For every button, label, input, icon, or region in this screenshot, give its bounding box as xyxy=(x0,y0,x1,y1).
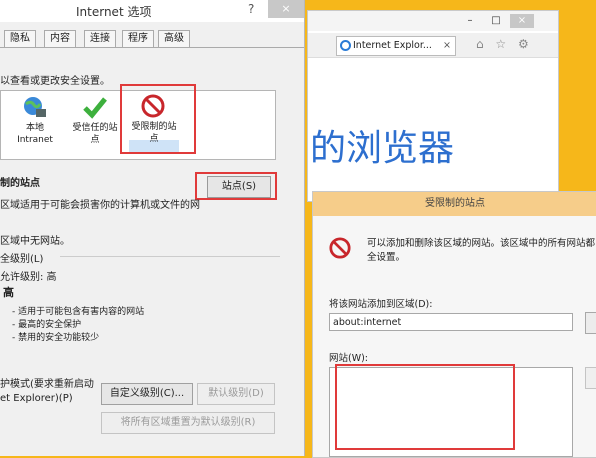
dialog-titlebar: Internet 选项 ? × xyxy=(0,0,304,22)
zone-intranet[interactable]: 本地 Intranet xyxy=(15,95,55,146)
dialog-title: Internet 选项 xyxy=(76,5,152,19)
restricted-stop-icon xyxy=(329,237,351,259)
intranet-globe-icon xyxy=(24,97,46,117)
restricted-info-line-2: 全设置。 xyxy=(367,252,406,263)
ie-logo-icon xyxy=(340,40,351,51)
reset-all-zones-button[interactable]: 将所有区域重置为默认级别(R) xyxy=(101,412,275,434)
no-sites-text: 区域中无网站。 xyxy=(0,236,70,247)
level-bullet: - 禁用的安全功能较少 xyxy=(12,333,100,343)
restricted-info-line-1: 可以添加和删除该区域的网站。该区域中的所有网站都 xyxy=(367,238,596,249)
tab-connections[interactable]: 连接 xyxy=(84,30,116,47)
zone-trusted[interactable]: 受信任的站 点 xyxy=(67,95,123,146)
zones-description: 以查看或更改安全设置。 xyxy=(0,76,110,87)
restricted-info: 可以添加和删除该区域的网站。该区域中的所有网站都 全设置。 xyxy=(367,237,596,265)
zone-intranet-label-1: 本地 xyxy=(25,123,44,133)
add-site-input[interactable]: about:internet xyxy=(329,313,573,331)
level-name: 高 xyxy=(3,286,14,299)
restricted-description: 区域适用于可能会损害你的计算机或文件的网 xyxy=(0,200,200,211)
dialog-title: 受限制的站点 xyxy=(313,192,596,216)
page-heading: 的浏览器 xyxy=(310,128,455,169)
tab-content[interactable]: 内容 xyxy=(44,30,76,47)
protected-mode-line-2: et Explorer)(P) xyxy=(0,393,73,404)
add-site-label: 将该网站添加到区域(D): xyxy=(329,299,433,310)
group-divider xyxy=(60,256,280,257)
remove-button[interactable] xyxy=(585,367,596,389)
zone-intranet-label-2: Intranet xyxy=(17,135,53,145)
trusted-check-icon xyxy=(83,97,107,119)
tab-advanced[interactable]: 高级 xyxy=(158,30,190,47)
close-button[interactable]: × xyxy=(268,0,304,18)
maximize-button[interactable]: □ xyxy=(484,14,508,28)
level-bullet: - 最高的安全保护 xyxy=(12,320,82,330)
browser-tab[interactable]: Internet Explor... × xyxy=(336,36,456,56)
tab-close-icon[interactable]: × xyxy=(443,37,451,55)
restricted-zone-highlight xyxy=(120,84,196,154)
add-button[interactable] xyxy=(585,312,596,334)
default-level-button[interactable]: 默认级别(D) xyxy=(197,383,275,405)
custom-level-button[interactable]: 自定义级别(C)... xyxy=(101,383,193,405)
allowed-level-text: 允许级别: 高 xyxy=(0,272,57,283)
tab-privacy[interactable]: 隐私 xyxy=(4,30,36,47)
help-button[interactable]: ? xyxy=(248,2,254,16)
protected-mode-checkbox-label[interactable]: 护模式(要求重新启动 et Explorer)(P) xyxy=(0,378,94,406)
internet-options-dialog: Internet 选项 ? × 隐私 内容 连接 程序 高级 以查看或更改安全设… xyxy=(0,0,305,456)
sites-button-highlight xyxy=(195,172,277,200)
protected-mode-line-1: 护模式(要求重新启动 xyxy=(0,379,94,390)
zone-trusted-label-2: 点 xyxy=(90,135,100,145)
minimize-button[interactable]: – xyxy=(458,14,482,28)
tab-programs[interactable]: 程序 xyxy=(122,30,154,47)
restricted-sites-dialog: 受限制的站点 可以添加和删除该区域的网站。该区域中的所有网站都 全设置。 将该网… xyxy=(312,191,596,458)
sites-list-label: 网站(W): xyxy=(329,353,369,364)
security-level-title: 全级别(L) xyxy=(0,254,44,265)
level-bullet: - 适用于可能包含有害内容的网站 xyxy=(12,307,145,317)
sites-list-highlight xyxy=(335,364,515,450)
close-button[interactable]: × xyxy=(510,14,534,28)
browser-titlebar: – □ × xyxy=(308,11,558,31)
restricted-section-title: 制的站点 xyxy=(0,178,40,189)
browser-window: – □ × Internet Explor... × ⌂ ☆ ⚙ 的浏览器 xyxy=(307,10,559,202)
browser-tab-title: Internet Explor... xyxy=(353,40,432,51)
zone-trusted-label-1: 受信任的站 xyxy=(72,123,118,133)
tab-divider xyxy=(0,47,304,48)
browser-toolbar: Internet Explor... × ⌂ ☆ ⚙ xyxy=(308,33,558,58)
home-favorites-tools-icons[interactable]: ⌂ ☆ ⚙ xyxy=(476,37,533,51)
